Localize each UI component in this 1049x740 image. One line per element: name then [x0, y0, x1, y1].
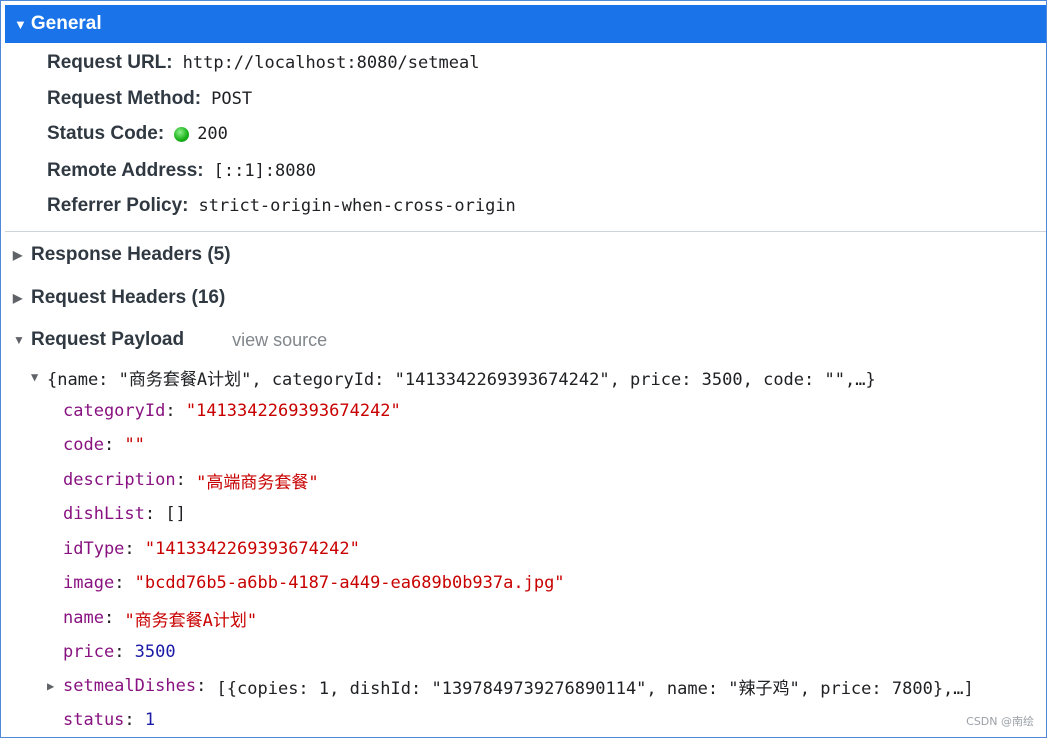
- referrer-policy-value: strict-origin-when-cross-origin: [198, 196, 516, 216]
- payload-colon: :: [175, 470, 197, 490]
- payload-colon: :: [144, 504, 166, 524]
- payload-summary-row[interactable]: ▼ {name: "商务套餐A计划", categoryId: "1413342…: [31, 363, 876, 391]
- payload-colon: :: [165, 401, 186, 421]
- payload-colon: :: [114, 573, 135, 593]
- section-divider: [5, 231, 1046, 232]
- payload-key: categoryId: [63, 401, 166, 421]
- payload-value: "1413342269393674242": [144, 539, 360, 559]
- payload-field-setmealDishes[interactable]: ▶ setmealDishes: [{copies: 1, dishId: "13…: [47, 672, 974, 700]
- request-headers-label: Request Headers (16): [31, 287, 226, 308]
- payload-value: []: [165, 504, 186, 524]
- payload-field-categoryId: categoryId: "1413342269393674242": [63, 397, 401, 425]
- payload-colon: :: [196, 676, 217, 696]
- response-headers-label: Response Headers (5): [31, 244, 231, 265]
- general-section-header[interactable]: ▼ General: [5, 5, 1046, 43]
- request-method-label: Request Method:: [47, 88, 202, 109]
- request-payload-toggle[interactable]: ▼ Request Payload view source: [13, 325, 327, 355]
- payload-summary: {name: "商务套餐A计划", categoryId: "141334226…: [47, 369, 876, 390]
- request-headers-toggle[interactable]: ▶ Request Headers (16): [13, 283, 225, 313]
- payload-field-status: status: 1: [63, 706, 155, 734]
- response-headers-toggle[interactable]: ▶ Response Headers (5): [13, 240, 231, 270]
- request-url-row: Request URL: http://localhost:8080/setme…: [47, 48, 479, 78]
- payload-colon: :: [103, 608, 125, 628]
- status-code-row: Status Code: 200: [47, 119, 228, 149]
- payload-key: status: [63, 710, 125, 730]
- payload-key: image: [63, 573, 115, 593]
- payload-field-code: code: "": [63, 431, 145, 459]
- payload-key: price: [63, 642, 115, 662]
- request-url-label: Request URL:: [47, 52, 173, 73]
- devtools-headers-panel: ▼ General Request URL: http://localhost:…: [0, 0, 1047, 738]
- status-code-value: 200: [197, 124, 228, 144]
- payload-value: "1413342269393674242": [185, 401, 401, 421]
- payload-value: "商务套餐A计划": [124, 610, 258, 631]
- triangle-right-icon: ▶: [13, 248, 23, 262]
- payload-key: setmealDishes: [63, 676, 197, 696]
- payload-value: "": [124, 435, 145, 455]
- request-method-row: Request Method: POST: [47, 84, 252, 114]
- remote-address-row: Remote Address: [::1]:8080: [47, 156, 316, 186]
- status-code-label: Status Code:: [47, 123, 165, 144]
- payload-colon: :: [103, 435, 125, 455]
- payload-value: 1: [144, 710, 156, 730]
- request-payload-label: Request Payload: [31, 329, 185, 350]
- payload-value: [{copies: 1, dishId: "139784973927689011…: [216, 678, 974, 699]
- payload-field-dishList: dishList: []: [63, 500, 186, 528]
- payload-key: description: [63, 470, 176, 490]
- triangle-down-icon: ▼: [14, 16, 27, 32]
- triangle-right-icon: ▶: [13, 291, 23, 305]
- payload-key: dishList: [63, 504, 145, 524]
- watermark: CSDN @南绘: [966, 715, 1034, 728]
- remote-address-label: Remote Address:: [47, 160, 204, 181]
- payload-key: code: [63, 435, 104, 455]
- payload-value: "bcdd76b5-a6bb-4187-a449-ea689b0b937a.jp…: [134, 573, 565, 593]
- remote-address-value: [::1]:8080: [213, 161, 316, 181]
- payload-colon: :: [124, 710, 145, 730]
- payload-key: idType: [63, 539, 125, 559]
- referrer-policy-row: Referrer Policy: strict-origin-when-cros…: [47, 191, 516, 221]
- general-title: General: [30, 13, 102, 34]
- payload-colon: :: [114, 642, 135, 662]
- payload-field-price: price: 3500: [63, 638, 176, 666]
- triangle-down-icon: ▼: [13, 333, 25, 347]
- payload-field-description: description: "高端商务套餐": [63, 466, 319, 494]
- triangle-down-icon: ▼: [31, 370, 39, 384]
- payload-field-name: name: "商务套餐A计划": [63, 604, 257, 632]
- status-dot-icon: [174, 126, 190, 142]
- payload-value: "高端商务套餐": [196, 472, 319, 493]
- view-source-link[interactable]: view source: [232, 330, 327, 351]
- payload-field-image: image: "bcdd76b5-a6bb-4187-a449-ea689b0b…: [63, 569, 565, 597]
- triangle-right-icon: ▶: [47, 679, 55, 693]
- referrer-policy-label: Referrer Policy:: [47, 195, 189, 216]
- payload-key: name: [63, 608, 104, 628]
- request-method-value: POST: [211, 89, 253, 109]
- payload-field-idType: idType: "1413342269393674242": [63, 535, 360, 563]
- request-url-value: http://localhost:8080/setmeal: [182, 53, 480, 73]
- payload-colon: :: [124, 539, 145, 559]
- payload-value: 3500: [134, 642, 176, 662]
